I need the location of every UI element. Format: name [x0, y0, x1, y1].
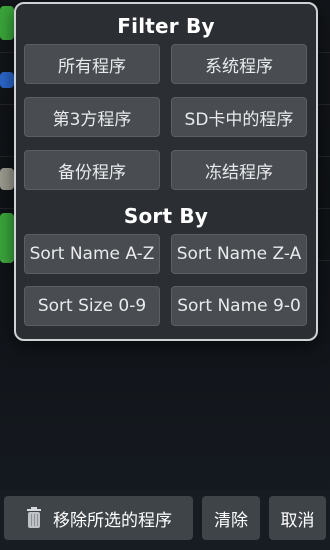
- sort-size-0-9-button[interactable]: Sort Size 0-9: [24, 286, 160, 326]
- background-app-icon: [0, 72, 14, 88]
- background-app-icon: [0, 6, 14, 40]
- bottom-action-bar: 移除所选的程序 清除 取消: [0, 490, 330, 550]
- filter-frozen-apps-button[interactable]: 冻结程序: [171, 150, 307, 190]
- sort-by-title: Sort By: [123, 204, 209, 228]
- filter-sort-dialog: Filter By 所有程序 系统程序 第3方程序 SD卡中的程序 备份程序 冻…: [14, 2, 318, 341]
- clear-button[interactable]: 清除: [202, 496, 260, 540]
- background-app-icon: [0, 213, 14, 263]
- filter-sd-card-apps-button[interactable]: SD卡中的程序: [171, 97, 307, 137]
- sort-name-9-0-button[interactable]: Sort Name 9-0: [171, 286, 307, 326]
- background-app-icon: [0, 168, 14, 190]
- filter-by-title: Filter By: [117, 14, 215, 38]
- sort-name-a-z-button[interactable]: Sort Name A-Z: [24, 234, 160, 274]
- sort-name-z-a-button[interactable]: Sort Name Z-A: [171, 234, 307, 274]
- remove-selected-apps-button[interactable]: 移除所选的程序: [4, 496, 193, 540]
- filter-backup-apps-button[interactable]: 备份程序: [24, 150, 160, 190]
- trash-icon: [25, 507, 43, 529]
- filter-third-party-apps-button[interactable]: 第3方程序: [24, 97, 160, 137]
- filter-system-apps-button[interactable]: 系统程序: [171, 44, 307, 84]
- cancel-button[interactable]: 取消: [269, 496, 326, 540]
- remove-selected-apps-label: 移除所选的程序: [53, 510, 172, 531]
- filter-all-apps-button[interactable]: 所有程序: [24, 44, 160, 84]
